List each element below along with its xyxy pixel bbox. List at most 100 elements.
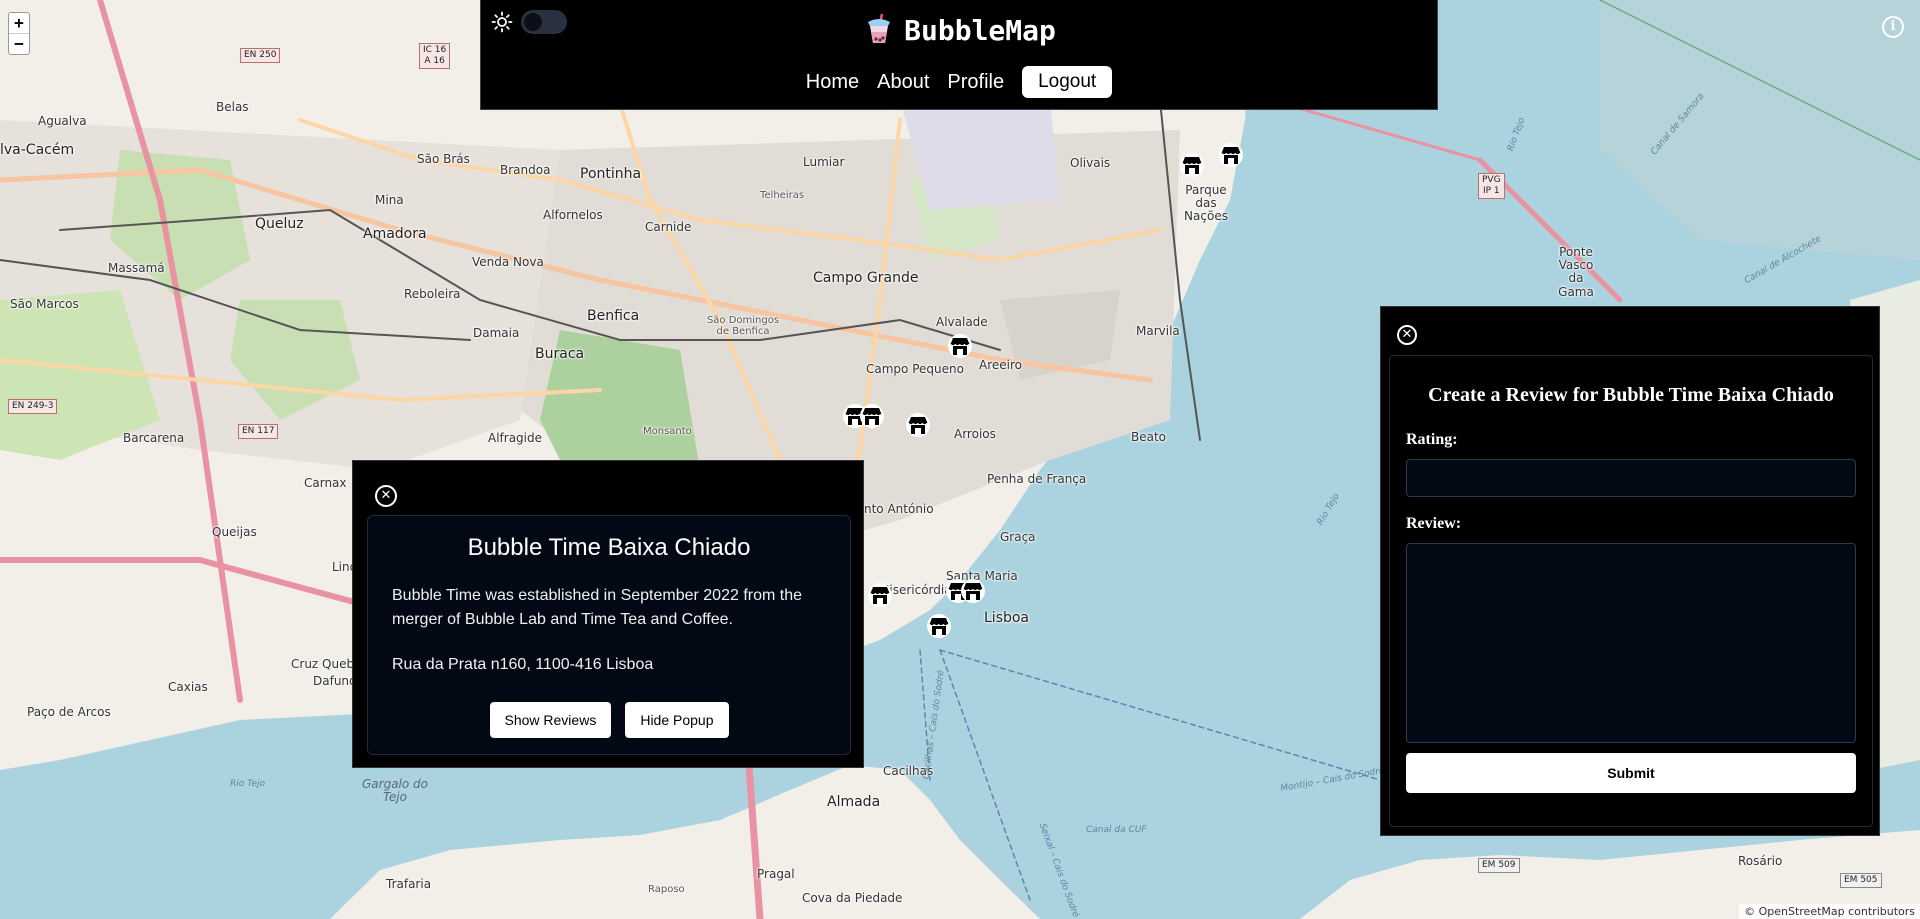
- place-lumiar: Lumiar: [803, 155, 845, 169]
- store-info-popup: ✕ Bubble Time Baixa Chiado Bubble Time w…: [352, 460, 864, 768]
- show-reviews-button[interactable]: Show Reviews: [489, 702, 612, 738]
- store-marker-icon[interactable]: [1218, 142, 1244, 168]
- place-dafundo: Dafund: [313, 674, 357, 688]
- place-alvalade: Alvalade: [936, 315, 988, 329]
- store-marker-icon[interactable]: [905, 412, 931, 438]
- shield-em509: EM 509: [1478, 858, 1520, 873]
- water-rio-tejo-3: Rio Tejo: [230, 779, 266, 789]
- place-massama: Massamá: [108, 261, 165, 275]
- app-title: BubbleMap: [904, 14, 1056, 47]
- place-reboleira: Reboleira: [404, 287, 461, 301]
- place-olivais: Olivais: [1070, 156, 1111, 170]
- place-marvila: Marvila: [1136, 324, 1180, 338]
- place-antonio: nto António: [864, 502, 934, 516]
- popup-actions: Show Reviews Hide Popup: [368, 702, 850, 738]
- logout-button[interactable]: Logout: [1022, 66, 1113, 98]
- zoom-out-button[interactable]: −: [9, 33, 29, 54]
- bubble-tea-icon: [868, 13, 891, 43]
- shield-ic16: IC 16 A 16: [419, 43, 451, 69]
- review-title: Create a Review for Bubble Time Baixa Ch…: [1428, 384, 1834, 406]
- zoom-control: + −: [8, 12, 30, 55]
- store-marker-icon[interactable]: [859, 403, 885, 429]
- place-carnaxide: Carnax: [304, 476, 347, 490]
- place-agualva: Agualva: [38, 114, 87, 128]
- place-carnide: Carnide: [645, 220, 692, 234]
- store-info-card: Bubble Time Baixa Chiado Bubble Time was…: [367, 515, 851, 755]
- review-panel: ✕ Create a Review for Bubble Time Baixa …: [1380, 306, 1880, 836]
- place-venda-nova: Venda Nova: [472, 255, 544, 269]
- place-alfornelos: Alfornelos: [543, 208, 603, 222]
- place-beato: Beato: [1131, 430, 1167, 444]
- hide-popup-button[interactable]: Hide Popup: [625, 702, 729, 738]
- place-alfragide: Alfragide: [488, 431, 543, 445]
- close-popup-icon[interactable]: ✕: [375, 485, 397, 507]
- store-marker-icon[interactable]: [867, 582, 893, 608]
- close-review-icon[interactable]: ✕: [1397, 325, 1417, 345]
- place-areeiro: Areeiro: [979, 358, 1022, 372]
- info-icon[interactable]: i: [1882, 16, 1904, 38]
- store-marker-icon[interactable]: [1179, 152, 1205, 178]
- rating-label: Rating:: [1406, 431, 1458, 448]
- brand[interactable]: BubbleMap: [481, 12, 1437, 47]
- place-pontinha: Pontinha: [580, 166, 642, 182]
- place-penha: Penha de França: [987, 472, 1087, 486]
- place-raposo: Raposo: [648, 884, 685, 895]
- place-lisboa: Lisboa: [984, 610, 1030, 626]
- place-amadora: Amadora: [363, 226, 427, 242]
- submit-button[interactable]: Submit: [1406, 753, 1856, 793]
- nav-profile[interactable]: Profile: [947, 71, 1004, 94]
- review-textarea[interactable]: [1406, 543, 1856, 743]
- place-cruz-quebrada: Cruz Queb: [291, 657, 355, 671]
- place-paco-arcos: Paço de Arcos: [27, 705, 111, 719]
- place-mina: Mina: [375, 193, 404, 207]
- nav-about[interactable]: About: [877, 71, 929, 94]
- place-sao-marcos: São Marcos: [10, 297, 79, 311]
- place-parque-nacoes: Parque das Nações: [1184, 183, 1228, 224]
- navbar: BubbleMap Home About Profile Logout: [480, 0, 1438, 110]
- nav-home[interactable]: Home: [806, 71, 859, 94]
- store-address: Rua da Prata n160, 1100-416 Lisboa: [392, 656, 654, 673]
- nav-links: Home About Profile Logout: [481, 66, 1437, 98]
- place-caxias: Caxias: [168, 680, 208, 694]
- place-brandoa: Brandoa: [500, 163, 551, 177]
- place-sao-domingos: São Domingos de Benfica: [706, 315, 780, 337]
- place-sao-bras: São Brás: [417, 152, 470, 166]
- place-damaia: Damaia: [473, 326, 520, 340]
- place-campo-grande: Campo Grande: [813, 270, 919, 286]
- place-telheiras: Telheiras: [760, 190, 805, 201]
- place-cova-piedade: Cova da Piedade: [802, 891, 903, 905]
- store-name: Bubble Time Baixa Chiado: [467, 534, 751, 561]
- place-graca: Graça: [1000, 530, 1036, 544]
- water-gargalo: Gargalo do Tejo: [361, 777, 428, 805]
- place-queluz: Queluz: [255, 216, 304, 232]
- store-marker-icon[interactable]: [947, 333, 973, 359]
- water-canal-cuf: Canal da CUF: [1086, 825, 1147, 835]
- shield-en249: EN 249-3: [8, 399, 58, 414]
- place-benfica: Benfica: [587, 308, 640, 324]
- place-pragal: Pragal: [757, 867, 795, 881]
- review-form: Create a Review for Bubble Time Baixa Ch…: [1389, 355, 1873, 827]
- place-rosario: Rosário: [1738, 854, 1783, 868]
- store-marker-icon[interactable]: [960, 578, 986, 604]
- rating-input[interactable]: [1406, 459, 1856, 497]
- store-marker-icon[interactable]: [926, 613, 952, 639]
- place-almada: Almada: [827, 794, 881, 810]
- zoom-in-button[interactable]: +: [9, 13, 29, 33]
- place-monsanto: Monsanto: [643, 426, 692, 437]
- place-cacem: lva-Cacém: [0, 142, 75, 158]
- place-campo-pequeno: Campo Pequeno: [866, 362, 964, 376]
- place-barcarena: Barcarena: [123, 431, 185, 445]
- place-belas: Belas: [216, 100, 249, 114]
- place-queijas: Queijas: [212, 525, 257, 539]
- store-description: Bubble Time was established in September…: [392, 587, 803, 628]
- place-trafaria: Trafaria: [386, 877, 432, 891]
- shield-pvg: PVG IP 1: [1478, 173, 1505, 199]
- review-label: Review:: [1406, 515, 1462, 532]
- shield-em505: EM 505: [1840, 873, 1882, 888]
- place-buraca: Buraca: [535, 346, 585, 362]
- shield-en117: EN 117: [238, 424, 279, 439]
- place-arroios: Arroios: [954, 427, 996, 441]
- shield-en250: EN 250: [240, 48, 281, 63]
- place-ponte-vasco: Ponte Vasco da Gama: [1558, 245, 1594, 299]
- map-attribution[interactable]: © OpenStreetMap contributors: [1739, 904, 1920, 919]
